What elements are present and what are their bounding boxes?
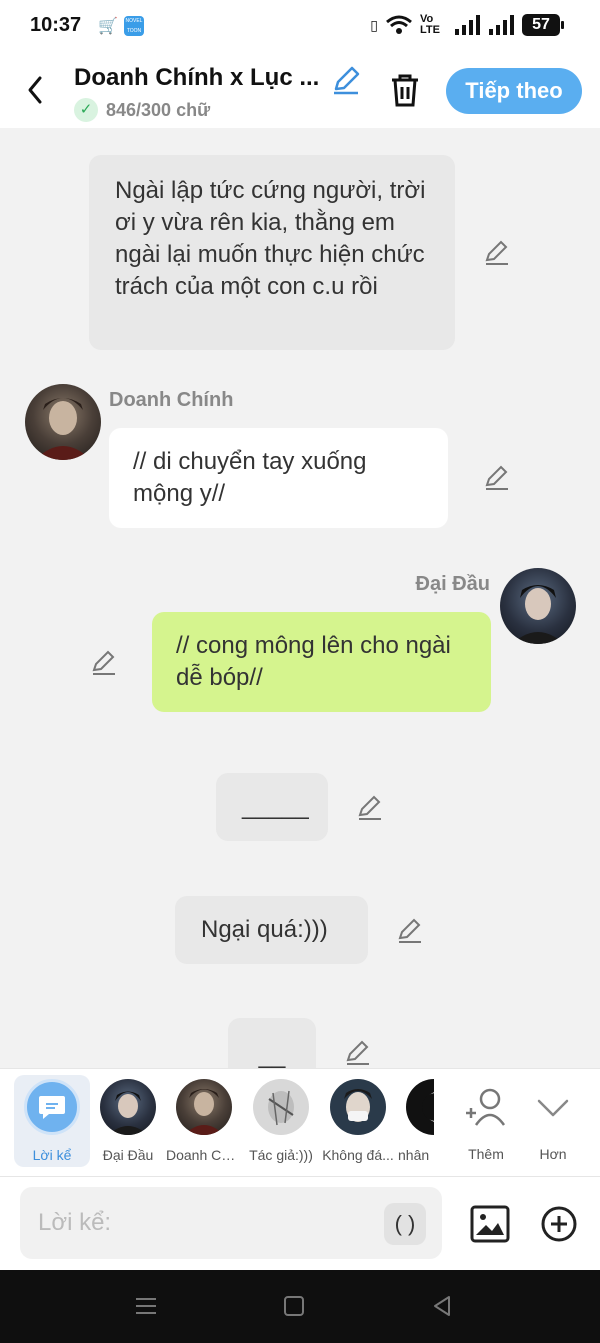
word-count-row: ✓ 846/300 chữ [74,98,210,122]
status-time: 10:37 [30,14,82,36]
character-label: Không đá... [322,1147,394,1163]
character-tac-gia[interactable]: Tác giả:))) [243,1075,319,1167]
story-title: Doanh Chính x Lục ... [74,64,320,91]
chat-bubble-icon [39,1096,65,1119]
signal-icon [455,15,480,35]
status-icons: ▯ Vo LTE 57 [370,13,564,36]
character-avatar [406,1079,434,1135]
character-label: Lời kể [32,1147,72,1163]
speaker-name: Đại Đầu [415,573,490,595]
character-khong-da[interactable]: Không đá... [320,1075,396,1167]
message-text: Ngại quá:))) [201,916,328,943]
plus-icon[interactable] [540,1205,578,1243]
speaker-name: Doanh Chính [109,389,234,411]
character-doanh-chinh[interactable]: Doanh Chí... [166,1075,242,1167]
avatar-illustration [35,398,91,460]
character-avatar [100,1079,156,1135]
narration-bubble[interactable]: Ngại quá:))) [175,896,368,964]
image-icon[interactable] [470,1205,510,1243]
edit-message-icon[interactable] [90,648,118,676]
parenthesis-button[interactable]: ( ) [384,1203,426,1245]
vibrate-icon: ▯ [370,16,378,33]
narration-bubble[interactable]: _____ [216,773,328,841]
message-text: // cong mông lên cho ngài dễ bóp// [176,632,451,691]
battery-icon: 57 [522,14,564,36]
composer: ( ) [0,1176,600,1270]
next-button[interactable]: Tiếp theo [446,68,582,114]
trash-icon[interactable] [388,72,422,108]
character-label: Đại Đầu [102,1147,154,1163]
signal-icon-2 [489,15,514,35]
edit-title-icon[interactable] [330,64,362,96]
wifi-icon [386,15,412,34]
character-avatar-dai-dau[interactable] [500,568,576,644]
character-narrator[interactable]: Lời kể [14,1075,90,1167]
status-bar: 10:37 🛒 NOVEL TOON ▯ Vo LTE 57 [0,0,600,52]
message-text: _____ [242,793,309,820]
word-count: 846/300 chữ [106,99,211,120]
edit-message-icon[interactable] [344,1038,372,1066]
message-text: Ngài lập tức cứng người, trời ơi y vừa r… [115,177,426,300]
character-avatar-doanh-chinh[interactable] [25,384,101,460]
dialogue-bubble[interactable]: // cong mông lên cho ngài dễ bóp// [152,612,491,712]
dialogue-bubble[interactable]: // di chuyển tay xuống mộng y// [109,428,448,528]
character-nhan[interactable]: nhân [396,1075,434,1167]
character-avatar [330,1079,386,1135]
character-label: nhân [398,1147,430,1163]
narration-bubble[interactable]: Ngài lập tức cứng người, trời ơi y vừa r… [89,155,455,350]
edit-message-icon[interactable] [396,916,424,944]
back-icon[interactable] [22,72,52,108]
home-icon[interactable] [280,1292,308,1320]
message-text: // di chuyển tay xuống mộng y// [133,448,367,507]
network-label: Vo LTE [420,13,440,36]
character-avatar [253,1079,309,1135]
character-bar: Lời kể Đại Đầu Doanh Chí... Tác giả:))) … [0,1068,600,1176]
edit-message-icon[interactable] [483,463,511,491]
narrator-avatar [24,1079,80,1135]
system-nav-bar [0,1270,600,1343]
chevron-down-icon [537,1099,569,1117]
header: Doanh Chính x Lục ... ✓ 846/300 chữ Tiếp… [0,52,600,128]
narration-bubble[interactable]: __ [228,1018,316,1068]
edit-message-icon[interactable] [356,793,384,821]
add-character-label: Thêm [468,1146,504,1162]
collapse-button[interactable]: Hơn [515,1075,591,1167]
back-nav-icon[interactable] [428,1292,456,1320]
character-avatar [176,1079,232,1135]
avatar-illustration [512,585,564,644]
check-icon: ✓ [74,98,98,122]
message-input[interactable] [20,1187,442,1259]
add-character-button[interactable]: Thêm [448,1075,524,1167]
shopping-cart-icon: 🛒 [98,18,118,35]
character-label: Doanh Chí... [166,1147,242,1163]
collapse-label: Hơn [539,1146,567,1162]
edit-message-icon[interactable] [483,238,511,266]
novel-app-icon: NOVEL TOON [124,16,144,36]
add-person-icon [466,1088,506,1126]
character-label: Tác giả:))) [249,1147,313,1163]
character-dai-dau[interactable]: Đại Đầu [90,1075,166,1167]
message-text: __ [258,1042,286,1068]
menu-icon[interactable] [132,1292,160,1320]
